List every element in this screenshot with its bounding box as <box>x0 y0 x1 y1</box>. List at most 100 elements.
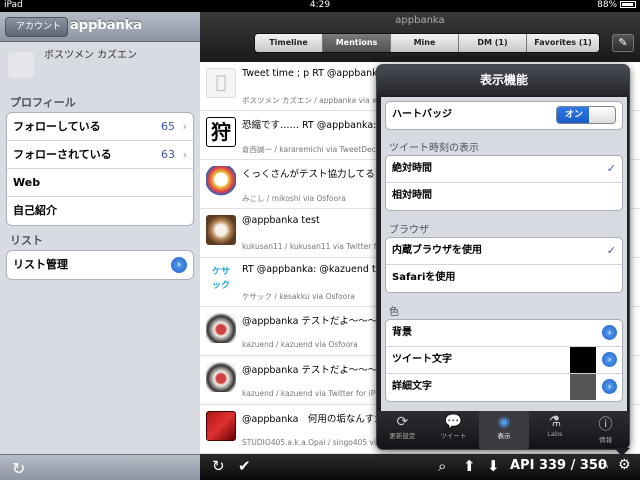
tweet-text: 恐縮です…… RT @appbanka: te <box>242 120 389 131</box>
flask-icon: ⚗ <box>548 414 562 430</box>
compose-icon[interactable]: ✎ <box>612 34 634 52</box>
background-color-cell[interactable]: 背景 › <box>386 320 622 347</box>
color-group: 背景 › ツイート文字 › 詳細文字 › <box>385 319 623 402</box>
dog-small-icon <box>206 313 236 343</box>
character-icon <box>206 166 236 196</box>
detail-text-color-cell[interactable]: 詳細文字 › <box>386 374 622 401</box>
tweet-meta: STUDIO405.a.k.a.Opai / singo405 via w <box>242 438 390 447</box>
battery-icon <box>620 1 636 8</box>
heart-badge-cell: ハートバッジ オン <box>386 102 622 129</box>
section-color-label: 色 <box>389 307 399 318</box>
tab-info[interactable]: ⓘ 情報 <box>580 411 629 449</box>
followers-count: 63 <box>161 148 175 161</box>
battery-percent: 88% <box>597 0 618 10</box>
right-toolbar: ↻ ✔ ⌕ ⬆ ⬇ API 339 / 350 ◠ ⚙ <box>200 454 640 480</box>
tab-mentions[interactable]: Mentions <box>323 34 391 52</box>
status-bar: iPad 4:29 88% <box>0 0 640 12</box>
absolute-time-option[interactable]: 絶対時間 ✓ <box>386 156 622 183</box>
kanji-icon: 狩 <box>206 117 236 147</box>
tab-labs[interactable]: ⚗ Labs <box>529 411 580 449</box>
checkmark-icon: ✓ <box>606 244 616 257</box>
profile-group: フォローしている 65 › フォローされている 63 › Web 自己紹介 <box>6 112 194 226</box>
left-toolbar: ↻ <box>0 454 200 480</box>
tab-tweet[interactable]: 💬 ツイート <box>428 411 479 449</box>
popover-tab-bar: ⟳ 更新設定 💬 ツイート ◉ 表示 ⚗ Labs ⓘ 情報 <box>377 411 629 449</box>
apple-icon:  <box>206 68 236 98</box>
popover-body: ハートバッジ オン ツイート時刻の表示 絶対時間 ✓ 相対時間 ブラウザ 内蔵ブラ… <box>381 97 627 411</box>
tweet-text: @appbanka test <box>242 215 320 226</box>
sync-icon: ⟳ <box>396 414 409 430</box>
checkmark-icon: ✓ <box>606 162 616 175</box>
tweet-text-color-swatch <box>570 347 596 373</box>
tweet-meta: 倉西誠一 / kararemichi via TweetDeck <box>242 145 381 154</box>
arrow-down-icon[interactable]: ⬇ <box>487 457 500 475</box>
tweet-text-color-cell[interactable]: ツイート文字 › <box>386 347 622 374</box>
search-icon[interactable]: ⌕ <box>438 457 446 475</box>
popover-arrow <box>614 448 630 456</box>
list-manage-cell[interactable]: リスト管理 › <box>7 251 193 279</box>
disclosure-arrow-icon[interactable]: › <box>602 325 617 340</box>
gear-icon[interactable]: ⚙ <box>618 457 631 473</box>
tweet-text: RT @appbanka: @kazuend test <box>242 264 391 275</box>
tweet-meta: kazuend / kazuend via Twitter for iPhone <box>242 389 394 398</box>
arrow-up-icon[interactable]: ⬆ <box>463 457 476 475</box>
absolute-time-label: 絶対時間 <box>392 163 432 174</box>
timeline-title: appbanka <box>395 15 445 26</box>
popover-title: 表示機能 <box>377 65 629 95</box>
relative-time-label: 相対時間 <box>392 190 432 201</box>
section-profile-label: プロフィール <box>10 96 76 109</box>
text-logo-icon: ケサ ック <box>206 264 236 294</box>
tweet-meta: ボスツメン カズエン / appbanka via web <box>242 96 388 105</box>
disclosure-arrow-icon[interactable]: › <box>602 379 617 394</box>
safari-option[interactable]: Safariを使用 <box>386 265 622 292</box>
refresh-icon[interactable]: ↻ <box>12 459 25 478</box>
tweet-text: @appbanka テストだよ～～～～ん <box>242 316 397 327</box>
tweet-meta: みこし / mikoshi via Osfoora <box>242 194 346 203</box>
time-group: 絶対時間 ✓ 相対時間 <box>385 155 623 211</box>
account-back-button[interactable]: アカウント <box>5 17 69 37</box>
tab-label: 更新設定 <box>389 432 416 440</box>
web-cell[interactable]: Web <box>7 169 193 197</box>
refresh-icon[interactable]: ↻ <box>212 457 225 475</box>
bio-cell[interactable]: 自己紹介 <box>7 197 193 225</box>
section-browser-label: ブラウザ <box>389 225 429 236</box>
disclosure-arrow-icon[interactable]: › <box>602 352 617 367</box>
followers-cell[interactable]: フォローされている 63 › <box>7 141 193 169</box>
tab-timeline[interactable]: Timeline <box>255 34 323 52</box>
list-group: リスト管理 › <box>6 250 194 280</box>
heart-badge-label: ハートバッジ <box>392 109 452 120</box>
api-rate-limit: API 339 / 350 <box>510 458 608 473</box>
left-navbar: アカウント appbanka <box>0 12 200 42</box>
left-pane: アカウント appbanka ボスツメン カズエン プロフィール フォローしてい… <box>0 12 200 480</box>
tweet-text: @appbanka 何用の垢なんすか？ <box>242 414 394 425</box>
detail-text-color-swatch <box>570 374 596 400</box>
followers-label: フォローされている <box>13 148 112 161</box>
account-title: appbanka <box>70 18 143 33</box>
tweet-meta: kazuend / kazuend via Osfoora <box>242 340 358 349</box>
background-color-label: 背景 <box>392 327 412 338</box>
tab-display[interactable]: ◉ 表示 <box>478 411 530 449</box>
dog-small-icon <box>206 362 236 392</box>
profile-header[interactable]: ボスツメン カズエン <box>0 42 200 90</box>
heart-badge-group: ハートバッジ オン <box>385 101 623 130</box>
speech-bubble-icon: 💬 <box>444 414 462 430</box>
internal-browser-option[interactable]: 内蔵ブラウザを使用 ✓ <box>386 238 622 265</box>
relative-time-option[interactable]: 相対時間 <box>386 183 622 210</box>
section-time-label: ツイート時刻の表示 <box>389 143 479 154</box>
display-settings-popover: 表示機能 ハートバッジ オン ツイート時刻の表示 絶対時間 ✓ 相対時間 ブラウザ… <box>376 64 630 450</box>
checkmark-icon[interactable]: ✔ <box>238 457 251 475</box>
heart-badge-toggle[interactable]: オン <box>556 106 616 124</box>
dog-icon <box>206 215 236 245</box>
timeline-segmented-control: Timeline Mentions Mine DM (1) Favorites … <box>254 33 600 53</box>
list-manage-label: リスト管理 <box>13 258 68 271</box>
tab-dm[interactable]: DM (1) <box>459 34 527 52</box>
tweet-meta: kukusan11 / kukusan11 via Twitter for iP <box>242 242 394 251</box>
toggle-knob <box>589 107 615 123</box>
web-label: Web <box>13 176 41 189</box>
following-cell[interactable]: フォローしている 65 › <box>7 113 193 141</box>
info-icon: ⓘ <box>598 417 613 433</box>
disclosure-arrow-icon[interactable]: › <box>171 257 187 273</box>
tab-mine[interactable]: Mine <box>391 34 459 52</box>
tab-favorites[interactable]: Favorites (1) <box>527 34 599 52</box>
tab-update-settings[interactable]: ⟳ 更新設定 <box>377 411 428 449</box>
